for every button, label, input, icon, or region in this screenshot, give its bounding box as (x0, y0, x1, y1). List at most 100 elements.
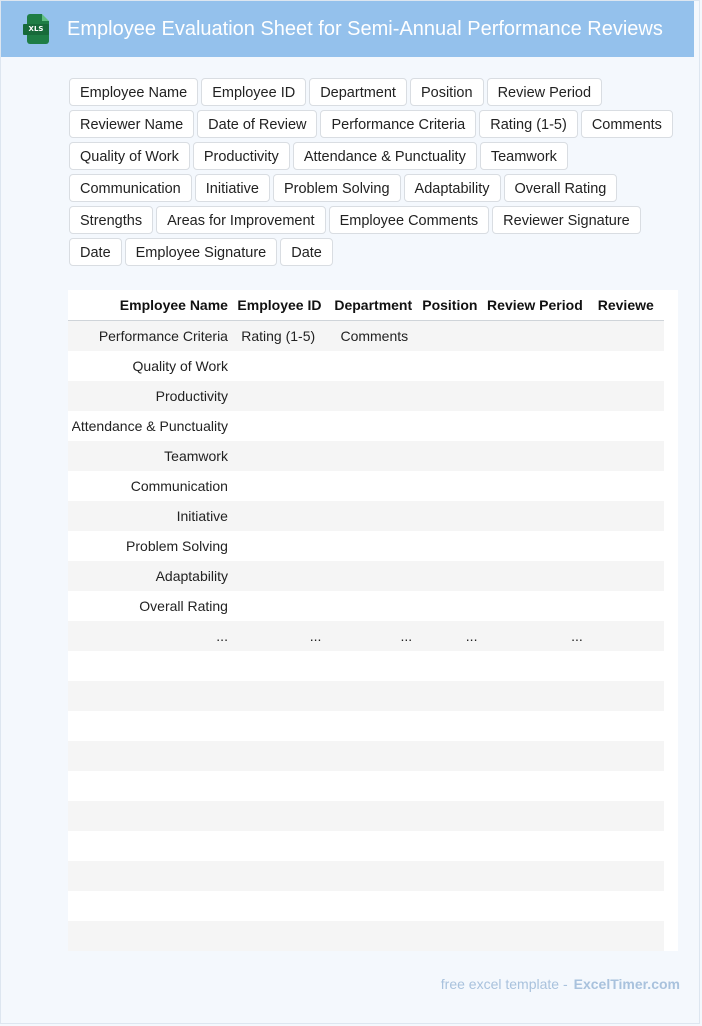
table-cell[interactable] (71, 771, 235, 801)
footer-brand-link[interactable]: ExcelTimer.com (574, 976, 680, 992)
table-cell[interactable] (71, 921, 235, 951)
table-cell[interactable] (589, 381, 664, 411)
table-cell[interactable]: Performance Criteria (71, 320, 235, 351)
field-chip[interactable]: Employee ID (201, 78, 307, 106)
data-table-viewport[interactable]: Employee Name Employee ID Department Positi… (68, 290, 678, 951)
column-header[interactable]: Position (419, 290, 485, 321)
field-chip[interactable]: Quality of Work (69, 142, 190, 170)
table-cell[interactable] (328, 741, 420, 771)
table-cell[interactable] (328, 591, 420, 621)
table-cell[interactable] (419, 891, 485, 921)
table-cell[interactable] (419, 831, 485, 861)
field-chip[interactable]: Date of Review (197, 110, 318, 138)
table-cell[interactable] (419, 441, 485, 471)
table-cell[interactable] (589, 891, 664, 921)
table-cell[interactable] (234, 741, 329, 771)
table-cell[interactable] (484, 351, 590, 381)
field-chip[interactable]: Adaptability (403, 174, 501, 202)
table-cell[interactable] (419, 681, 485, 711)
table-cell[interactable] (589, 320, 664, 351)
field-chip[interactable]: Position (409, 78, 484, 106)
table-cell[interactable] (419, 561, 485, 591)
table-cell[interactable] (589, 801, 664, 831)
table-cell[interactable]: Productivity (71, 381, 235, 411)
table-cell[interactable] (484, 320, 590, 351)
field-chip[interactable]: Areas for Improvement (156, 206, 326, 234)
table-cell[interactable] (484, 471, 590, 501)
table-cell[interactable] (484, 531, 590, 561)
field-chip[interactable]: Employee Name (69, 78, 199, 106)
table-cell[interactable] (589, 591, 664, 621)
table-cell[interactable] (589, 471, 664, 501)
field-chip[interactable]: Productivity (192, 142, 290, 170)
table-cell[interactable] (328, 501, 420, 531)
table-cell[interactable] (419, 861, 485, 891)
table-cell[interactable] (234, 891, 329, 921)
table-cell[interactable]: Rating (1-5) (234, 320, 329, 351)
table-cell[interactable] (589, 441, 664, 471)
table-cell[interactable] (328, 471, 420, 501)
table-cell[interactable] (328, 411, 420, 441)
field-chip[interactable]: Employee Signature (124, 238, 278, 266)
table-cell[interactable] (589, 741, 664, 771)
table-cell[interactable] (328, 831, 420, 861)
table-cell[interactable]: ... (234, 621, 329, 651)
column-header[interactable]: Department (328, 290, 420, 321)
table-cell[interactable] (234, 921, 329, 951)
table-cell[interactable] (328, 351, 420, 381)
table-cell[interactable]: Comments (328, 320, 420, 351)
table-cell[interactable] (71, 711, 235, 741)
table-cell[interactable] (589, 711, 664, 741)
field-chip[interactable]: Initiative (194, 174, 270, 202)
table-cell[interactable] (419, 801, 485, 831)
table-cell[interactable] (234, 591, 329, 621)
table-cell[interactable] (71, 681, 235, 711)
field-chip[interactable]: Reviewer Name (69, 110, 195, 138)
column-header[interactable]: Review Period (484, 290, 590, 321)
table-cell[interactable] (419, 921, 485, 951)
table-cell[interactable] (589, 771, 664, 801)
table-cell[interactable] (328, 861, 420, 891)
table-cell[interactable] (419, 771, 485, 801)
table-cell[interactable] (328, 681, 420, 711)
field-chip[interactable]: Strengths (69, 206, 154, 234)
table-cell[interactable] (419, 531, 485, 561)
table-cell[interactable] (589, 651, 664, 681)
table-cell[interactable] (589, 921, 664, 951)
table-cell[interactable] (484, 861, 590, 891)
table-cell[interactable] (234, 381, 329, 411)
table-cell[interactable] (234, 471, 329, 501)
field-chip[interactable]: Overall Rating (503, 174, 618, 202)
table-cell[interactable] (234, 411, 329, 441)
table-cell[interactable]: ... (484, 621, 590, 651)
table-cell[interactable]: ... (419, 621, 485, 651)
table-cell[interactable] (234, 441, 329, 471)
table-cell[interactable] (71, 801, 235, 831)
table-cell[interactable] (484, 711, 590, 741)
field-chip[interactable]: Employee Comments (328, 206, 490, 234)
field-chip[interactable]: Review Period (486, 78, 603, 106)
table-cell[interactable] (484, 651, 590, 681)
table-cell[interactable] (71, 831, 235, 861)
table-cell[interactable] (484, 441, 590, 471)
table-cell[interactable] (589, 621, 664, 651)
table-cell[interactable] (234, 561, 329, 591)
table-cell[interactable]: ... (71, 621, 235, 651)
table-cell[interactable] (419, 411, 485, 441)
field-chip[interactable]: Attendance & Punctuality (292, 142, 477, 170)
table-cell[interactable] (328, 801, 420, 831)
table-cell[interactable] (419, 351, 485, 381)
table-cell[interactable] (71, 891, 235, 921)
table-cell[interactable] (484, 411, 590, 441)
table-cell[interactable] (419, 591, 485, 621)
table-cell[interactable] (484, 381, 590, 411)
table-cell[interactable] (328, 381, 420, 411)
field-chip[interactable]: Date (69, 238, 122, 266)
table-cell[interactable] (419, 320, 485, 351)
column-header[interactable]: Employee ID (234, 290, 329, 321)
table-cell[interactable] (484, 741, 590, 771)
table-cell[interactable]: Problem Solving (71, 531, 235, 561)
table-cell[interactable] (328, 531, 420, 561)
field-chip[interactable]: Reviewer Signature (492, 206, 641, 234)
table-cell[interactable] (589, 411, 664, 441)
